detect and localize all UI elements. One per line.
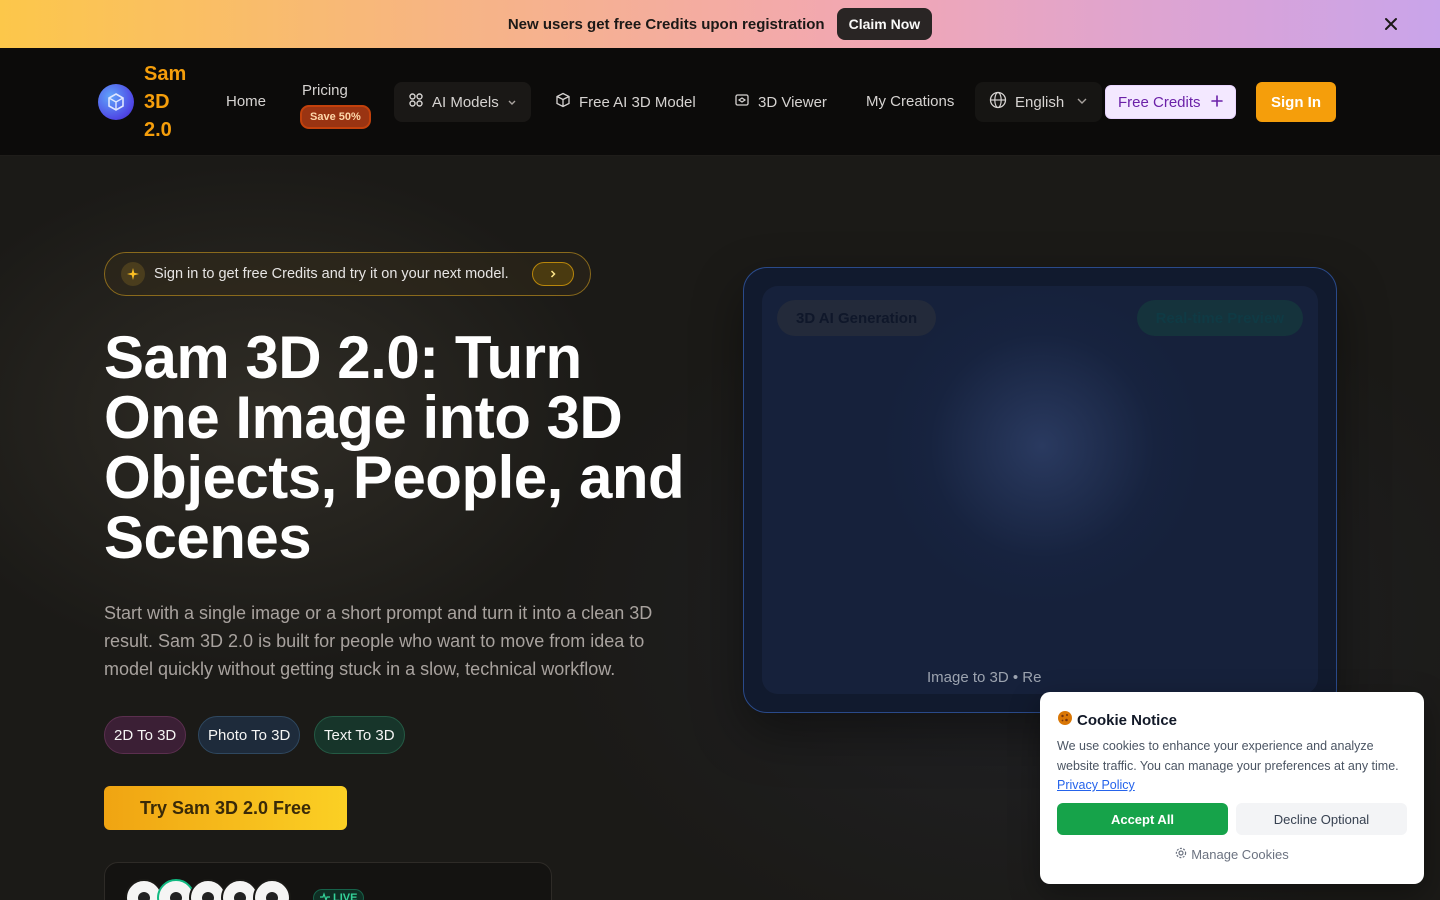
promo-banner: New users get free Credits upon registra… [0, 0, 1440, 48]
free-3d-model-link[interactable]: Free AI 3D Model [541, 82, 710, 122]
3d-viewer-link[interactable]: 3D Viewer [720, 82, 841, 122]
sparkle-icon [121, 262, 145, 286]
signin-prompt-text: Sign in to get free Credits and try it o… [154, 266, 509, 282]
promo-text: New users get free Credits upon registra… [507, 15, 825, 33]
cookie-body-text: We use cookies to enhance your experienc… [1057, 739, 1399, 773]
preview-panel: 3D AI Generation Real-time Preview Image… [743, 267, 1337, 713]
brand-name: Sam 3D 2.0 [144, 60, 194, 144]
cube-logo-icon [98, 84, 134, 120]
language-label: English [1015, 93, 1065, 111]
brand-name-line: Sam [144, 63, 187, 85]
chevron-down-icon [507, 94, 517, 111]
navbar: Sam 3D 2.0 Home Pricing Save 50% AI Mode… [0, 48, 1440, 156]
cookie-title-text: Cookie Notice [1077, 711, 1178, 729]
pricing-save-badge: Save 50% [300, 105, 371, 129]
avatar-group [125, 879, 291, 900]
plus-icon [1210, 94, 1223, 111]
tag-photo-to-3d[interactable]: Photo To 3D [198, 716, 301, 754]
my-creations-link[interactable]: My Creations [866, 93, 954, 110]
cookie-notice: Cookie Notice We use cookies to enhance … [1040, 692, 1424, 884]
decline-optional-button[interactable]: Decline Optional [1236, 803, 1407, 835]
globe-icon [989, 91, 1007, 113]
ai-models-dropdown[interactable]: AI Models [394, 82, 531, 122]
language-selector[interactable]: English [975, 82, 1103, 122]
free-credits-label: Free Credits [1118, 93, 1201, 111]
hero-description: Start with a single image or a short pro… [104, 603, 653, 679]
viewer-icon [734, 92, 750, 112]
chevron-down-icon [1076, 94, 1088, 111]
nav-pricing-link[interactable]: Pricing [302, 82, 348, 99]
signin-prompt-banner[interactable]: Sign in to get free Credits and try it o… [104, 252, 591, 296]
try-free-button[interactable]: Try Sam 3D 2.0 Free [104, 786, 347, 830]
hero-title: Sam 3D 2.0: Turn One Image into 3D Objec… [104, 324, 685, 571]
grid-icon [408, 92, 424, 112]
live-badge: LIVE [313, 889, 365, 900]
cookie-icon [1057, 710, 1073, 730]
ai-generation-chip: 3D AI Generation [777, 300, 937, 336]
ai-models-label: AI Models [432, 93, 499, 111]
brand-name-line: 3D [144, 91, 170, 113]
manage-cookies-label: Manage Cookies [1191, 847, 1289, 862]
avatar [253, 879, 291, 900]
accept-all-button[interactable]: Accept All [1057, 803, 1228, 835]
free-3d-model-label: Free AI 3D Model [579, 93, 696, 111]
pulse-icon [320, 891, 330, 900]
preview-caption: Image to 3D • Re [927, 669, 1042, 686]
preview-canvas[interactable]: 3D AI Generation Real-time Preview Image… [762, 286, 1318, 694]
close-icon[interactable] [1380, 13, 1402, 35]
cookie-body: We use cookies to enhance your experienc… [1057, 737, 1407, 796]
sign-in-button[interactable]: Sign In [1256, 82, 1336, 122]
realtime-preview-chip: Real-time Preview [1136, 300, 1303, 336]
tag-text-to-3d[interactable]: Text To 3D [314, 716, 405, 754]
claim-now-button[interactable]: Claim Now [836, 8, 933, 40]
3d-viewer-label: 3D Viewer [758, 93, 827, 111]
gear-icon [1175, 847, 1187, 862]
chevron-right-icon[interactable] [532, 262, 574, 286]
privacy-policy-link[interactable]: Privacy Policy [1057, 778, 1135, 792]
free-credits-button[interactable]: Free Credits [1105, 85, 1236, 119]
tag-2d-to-3d[interactable]: 2D To 3D [104, 716, 187, 754]
brand-name-line: 2.0 [144, 119, 172, 141]
brand[interactable]: Sam 3D 2.0 [98, 60, 194, 144]
live-label: LIVE [333, 892, 358, 900]
nav-home-link[interactable]: Home [226, 93, 266, 110]
manage-cookies-link[interactable]: Manage Cookies [1040, 847, 1424, 862]
cookie-actions: Accept All Decline Optional [1057, 803, 1407, 835]
live-activity-card: LIVE [104, 862, 552, 900]
box-icon [555, 92, 571, 112]
cookie-title: Cookie Notice [1057, 710, 1407, 730]
